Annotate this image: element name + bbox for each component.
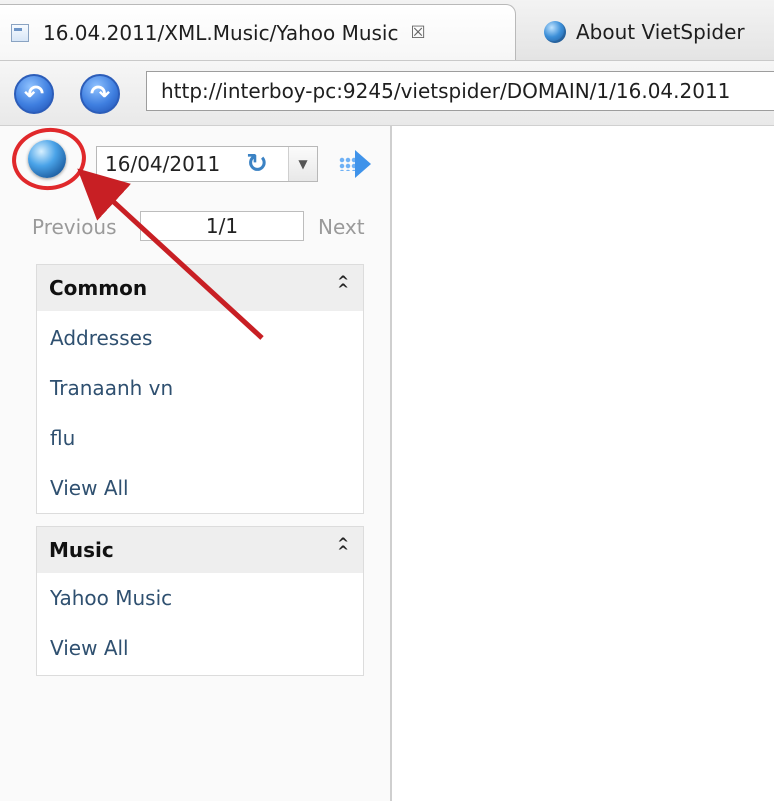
date-value[interactable]: 16/04/2011	[105, 152, 220, 176]
forward-arrow-icon: ↷	[89, 80, 111, 108]
page-input[interactable]: 1/1	[140, 211, 304, 241]
panel-music: Music ^ ^ Yahoo Music View All	[36, 526, 364, 676]
panel-common: Common ^ ^ Addresses Tranaanh vn flu View…	[36, 264, 364, 514]
arrow-right-icon	[355, 150, 371, 178]
collapse-icon[interactable]: ^ ^	[337, 537, 349, 559]
globe-icon	[544, 21, 566, 43]
refresh-icon[interactable]: ↻	[243, 151, 271, 177]
back-arrow-icon: ↶	[23, 80, 45, 108]
view-all-link[interactable]: View All	[37, 623, 363, 673]
panel-items: Yahoo Music View All	[37, 573, 363, 673]
panel-header[interactable]: Music ^ ^	[37, 527, 363, 573]
list-item[interactable]: Yahoo Music	[37, 573, 363, 623]
list-item[interactable]: Addresses	[37, 313, 363, 363]
list-item[interactable]: Tranaanh vn	[37, 363, 363, 413]
tab-label: 16.04.2011/XML.Music/Yahoo Music	[43, 21, 399, 45]
tab-label: About VietSpider	[576, 20, 745, 44]
next-link[interactable]: Next	[318, 215, 365, 239]
go-arrow-dots	[339, 157, 355, 171]
panel-title: Common	[49, 276, 148, 300]
forward-button[interactable]: ↷	[80, 74, 120, 114]
tab-about-vietspider[interactable]: About VietSpider	[536, 4, 774, 60]
panel-items: Addresses Tranaanh vn flu View All	[37, 311, 363, 513]
navigation-bar: ↶ ↷ http://interboy-pc:9245/vietspider/D…	[0, 61, 774, 126]
close-icon[interactable]: ☒	[410, 23, 425, 43]
page-icon	[11, 24, 29, 42]
panel-title: Music	[49, 538, 114, 562]
address-bar[interactable]: http://interboy-pc:9245/vietspider/DOMAI…	[146, 71, 774, 111]
date-picker[interactable]: 16/04/2011 ↻ ▼	[96, 146, 318, 182]
list-item[interactable]: flu	[37, 413, 363, 463]
previous-link[interactable]: Previous	[32, 215, 117, 239]
collapse-icon[interactable]: ^ ^	[337, 275, 349, 297]
panel-header[interactable]: Common ^ ^	[37, 265, 363, 311]
chevron-down-icon: ▼	[298, 157, 308, 171]
dropdown-button[interactable]: ▼	[288, 147, 317, 181]
back-button[interactable]: ↶	[14, 74, 54, 114]
go-button[interactable]	[332, 148, 378, 180]
main-content	[392, 126, 774, 801]
view-all-link[interactable]: View All	[37, 463, 363, 513]
tab-strip: 16.04.2011/XML.Music/Yahoo Music ☒ About…	[0, 0, 774, 61]
tab-yahoo-music[interactable]: 16.04.2011/XML.Music/Yahoo Music ☒	[0, 4, 516, 60]
